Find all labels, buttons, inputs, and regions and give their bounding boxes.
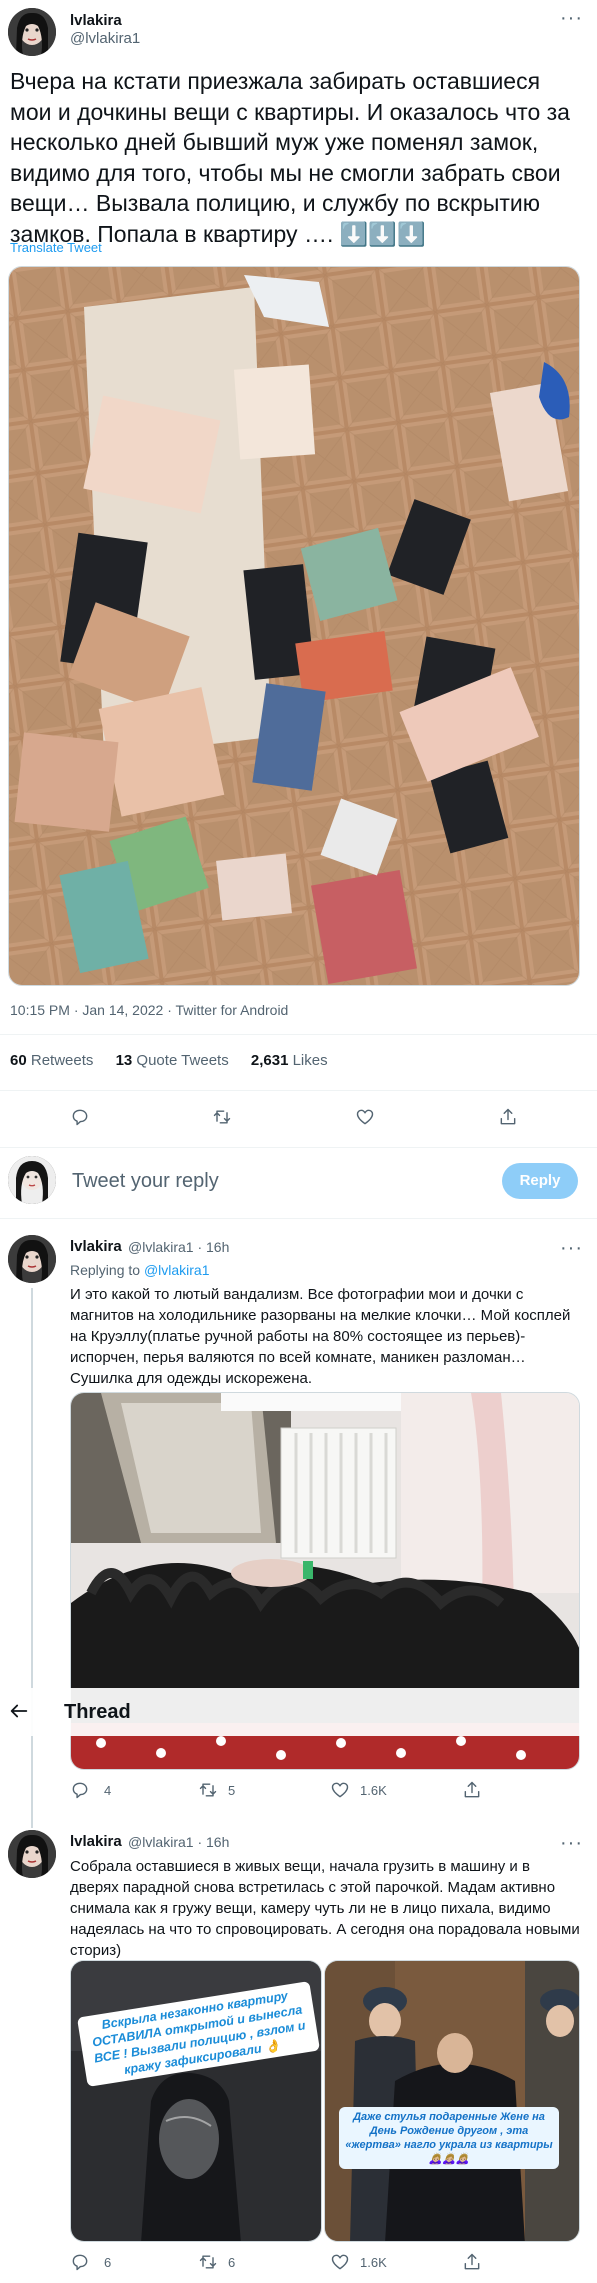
author-name[interactable]: lvlakira — [70, 12, 122, 29]
retweets-stat[interactable]: 60 Retweets — [10, 1052, 93, 1069]
main-tweet-header: lvlakira @lvlakira1 ··· — [0, 0, 597, 60]
author-handle[interactable]: @lvlakira1 — [70, 30, 140, 47]
reply-icon — [72, 2254, 88, 2271]
avatar[interactable] — [8, 1830, 56, 1878]
avatar[interactable] — [8, 1235, 56, 1283]
reply-input[interactable]: Tweet your reply — [72, 1170, 219, 1193]
like-button-action[interactable]: 1.6K — [330, 1780, 387, 1800]
reply-button-action[interactable]: 4 — [70, 1780, 111, 1800]
author-handle-time[interactable]: @lvlakira1 · 16h — [128, 1834, 229, 1850]
replying-to: Replying to @lvlakira1 — [70, 1262, 210, 1278]
likes-stat[interactable]: 2,631 Likes — [251, 1052, 328, 1069]
author-handle-time[interactable]: @lvlakira1 · 16h — [128, 1239, 229, 1255]
more-icon[interactable]: ··· — [560, 1238, 583, 1258]
reply-text: Собрала оставшиеся в живых вещи, начала … — [70, 1858, 580, 1959]
translate-tweet-link[interactable]: Translate Tweet — [10, 240, 102, 255]
tweet-timestamp[interactable]: 10:15 PM · Jan 14, 2022 · Twitter for An… — [10, 1002, 288, 1018]
retweet-count: 6 — [228, 2254, 236, 2270]
more-icon[interactable]: ··· — [560, 8, 583, 28]
retweet-button-action[interactable]: 5 — [198, 1780, 235, 1800]
share-icon[interactable] — [498, 1107, 518, 1127]
divider — [0, 1090, 597, 1091]
divider — [0, 1034, 597, 1035]
share-icon — [464, 1781, 480, 1798]
more-icon[interactable]: ··· — [560, 1833, 583, 1853]
retweet-count: 5 — [228, 1782, 236, 1798]
like-count: 1.6K — [360, 2254, 387, 2270]
retweet-button-action[interactable]: 6 — [198, 2252, 235, 2272]
retweet-icon[interactable] — [212, 1107, 232, 1127]
author-name[interactable]: lvlakira — [70, 1238, 122, 1255]
reply-text: И это какой то лютый вандализм. Все фото… — [70, 1286, 571, 1387]
composer-avatar — [8, 1156, 56, 1204]
thread-title: Thread — [64, 1701, 131, 1723]
reply-actions: 6 6 1.6K — [0, 2252, 597, 2282]
reply-count: 4 — [104, 1782, 112, 1798]
reply-button-action[interactable]: 6 — [70, 2252, 111, 2272]
heart-icon — [331, 2254, 349, 2270]
divider — [0, 1218, 597, 1219]
like-button-action[interactable]: 1.6K — [330, 2252, 387, 2272]
replying-to-handle[interactable]: @lvlakira1 — [144, 1262, 210, 1278]
thread-header: Thread — [0, 1688, 597, 1736]
story-sticker-right: Даже стулья подаренные Жене на День Рожд… — [339, 2107, 559, 2169]
retweet-icon — [199, 1783, 217, 1797]
tweet-stats: 60 Retweets 13 Quote Tweets 2,631 Likes — [10, 1052, 346, 1069]
reply-icon[interactable] — [70, 1107, 90, 1127]
reply-icon — [72, 1782, 88, 1799]
author-name[interactable]: lvlakira — [70, 1833, 122, 1850]
tweet-text: Вчера на кстати приезжала забирать остав… — [10, 68, 570, 247]
reply-photo-right[interactable]: Даже стулья подаренные Жене на День Рожд… — [324, 1960, 580, 2242]
reply-button[interactable]: Reply — [502, 1163, 578, 1199]
reply-count: 6 — [104, 2254, 112, 2270]
share-icon — [464, 2253, 480, 2270]
thread-connector — [31, 1288, 33, 1828]
main-tweet-actions — [0, 1107, 597, 1137]
quote-tweets-stat[interactable]: 13 Quote Tweets — [116, 1052, 229, 1069]
share-button-action[interactable] — [462, 1780, 482, 1800]
divider — [0, 1147, 597, 1148]
heart-icon — [331, 1782, 349, 1798]
heart-icon[interactable] — [355, 1107, 375, 1127]
like-count: 1.6K — [360, 1782, 387, 1798]
reply-photo-left[interactable]: Вскрыла незаконно квартиру ОСТАВИЛА откр… — [70, 1960, 322, 2242]
share-button-action[interactable] — [462, 2252, 482, 2272]
avatar[interactable] — [8, 8, 56, 56]
back-arrow-icon[interactable] — [8, 1700, 30, 1722]
tweet-photo[interactable] — [8, 266, 580, 986]
retweet-icon — [199, 2255, 217, 2269]
reply-actions: 4 5 1.6K — [0, 1780, 597, 1810]
